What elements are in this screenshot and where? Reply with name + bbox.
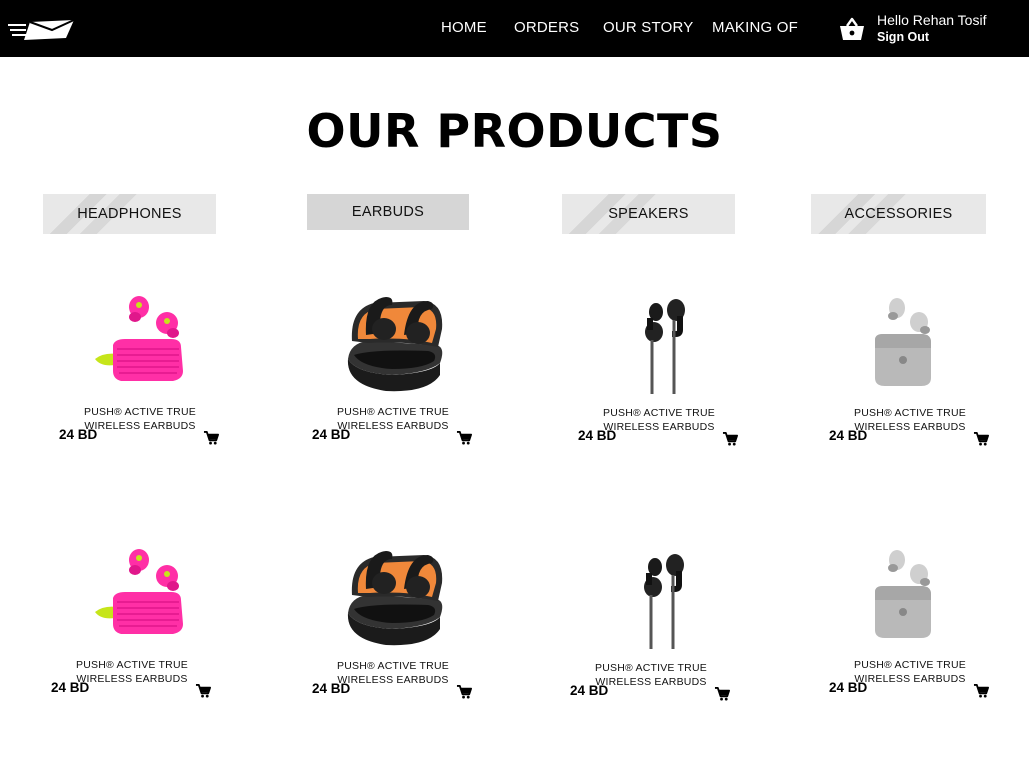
shopping-cart-icon[interactable] xyxy=(456,430,472,445)
grey-earbuds-image[interactable] xyxy=(825,290,995,402)
product-card[interactable]: PUSH® ACTIVE TRUE WIRELESS EARBUDS 24 BD xyxy=(574,290,744,450)
black-wired-earphones-image[interactable] xyxy=(574,290,744,402)
product-price: 24 BD xyxy=(51,680,90,695)
product-price: 24 BD xyxy=(829,680,868,695)
product-price: 24 BD xyxy=(59,427,98,442)
product-card[interactable]: PUSH® ACTIVE TRUE WIRELESS EARBUDS 24 BD xyxy=(308,543,478,703)
product-card[interactable]: PUSH® ACTIVE TRUE WIRELESS EARBUDS 24 BD xyxy=(566,545,736,705)
shopping-cart-icon[interactable] xyxy=(456,684,472,699)
category-speakers-button[interactable]: SPEAKERS xyxy=(562,194,735,234)
shopping-cart-icon[interactable] xyxy=(203,430,219,445)
black-orange-earbuds-image[interactable] xyxy=(308,289,478,401)
black-wired-earphones-image[interactable] xyxy=(566,545,736,657)
category-accessories-button[interactable]: ACCESSORIES xyxy=(811,194,986,234)
category-headphones-button[interactable]: HEADPHONES xyxy=(43,194,216,234)
shopping-basket-icon[interactable] xyxy=(838,16,866,42)
black-orange-earbuds-image[interactable] xyxy=(308,543,478,655)
pink-earbuds-image[interactable] xyxy=(55,289,225,401)
product-price: 24 BD xyxy=(578,428,617,443)
nav-making-of-link[interactable]: MAKING OF xyxy=(712,19,798,36)
nav-orders-link[interactable]: ORDERS xyxy=(514,19,579,36)
product-card[interactable]: PUSH® ACTIVE TRUE WIRELESS EARBUDS 24 BD xyxy=(55,289,225,449)
logo-icon[interactable] xyxy=(8,16,78,44)
grey-earbuds-image[interactable] xyxy=(825,542,995,654)
product-price: 24 BD xyxy=(570,683,609,698)
shopping-cart-icon[interactable] xyxy=(714,686,730,701)
nav-home-link[interactable]: HOME xyxy=(441,19,487,36)
shopping-cart-icon[interactable] xyxy=(722,431,738,446)
user-greeting: Hello Rehan Tosif xyxy=(877,12,987,28)
category-earbuds-button[interactable]: EARBUDS xyxy=(307,194,469,230)
product-card[interactable]: PUSH® ACTIVE TRUE WIRELESS EARBUDS 24 BD xyxy=(825,290,995,450)
page-title: OUR PRODUCTS xyxy=(306,104,723,158)
product-price: 24 BD xyxy=(829,428,868,443)
product-card[interactable]: PUSH® ACTIVE TRUE WIRELESS EARBUDS 24 BD xyxy=(47,542,217,702)
shopping-cart-icon[interactable] xyxy=(973,431,989,446)
product-price: 24 BD xyxy=(312,681,351,696)
pink-earbuds-image[interactable] xyxy=(47,542,217,654)
shopping-cart-icon[interactable] xyxy=(195,683,211,698)
product-price: 24 BD xyxy=(312,427,351,442)
shopping-cart-icon[interactable] xyxy=(973,683,989,698)
product-card[interactable]: PUSH® ACTIVE TRUE WIRELESS EARBUDS 24 BD xyxy=(308,289,478,449)
navbar: HOME ORDERS OUR STORY MAKING OF Hello Re… xyxy=(0,0,1029,57)
sign-out-link[interactable]: Sign Out xyxy=(877,30,929,44)
nav-our-story-link[interactable]: OUR STORY xyxy=(603,19,693,36)
product-card[interactable]: PUSH® ACTIVE TRUE WIRELESS EARBUDS 24 BD xyxy=(825,542,995,702)
